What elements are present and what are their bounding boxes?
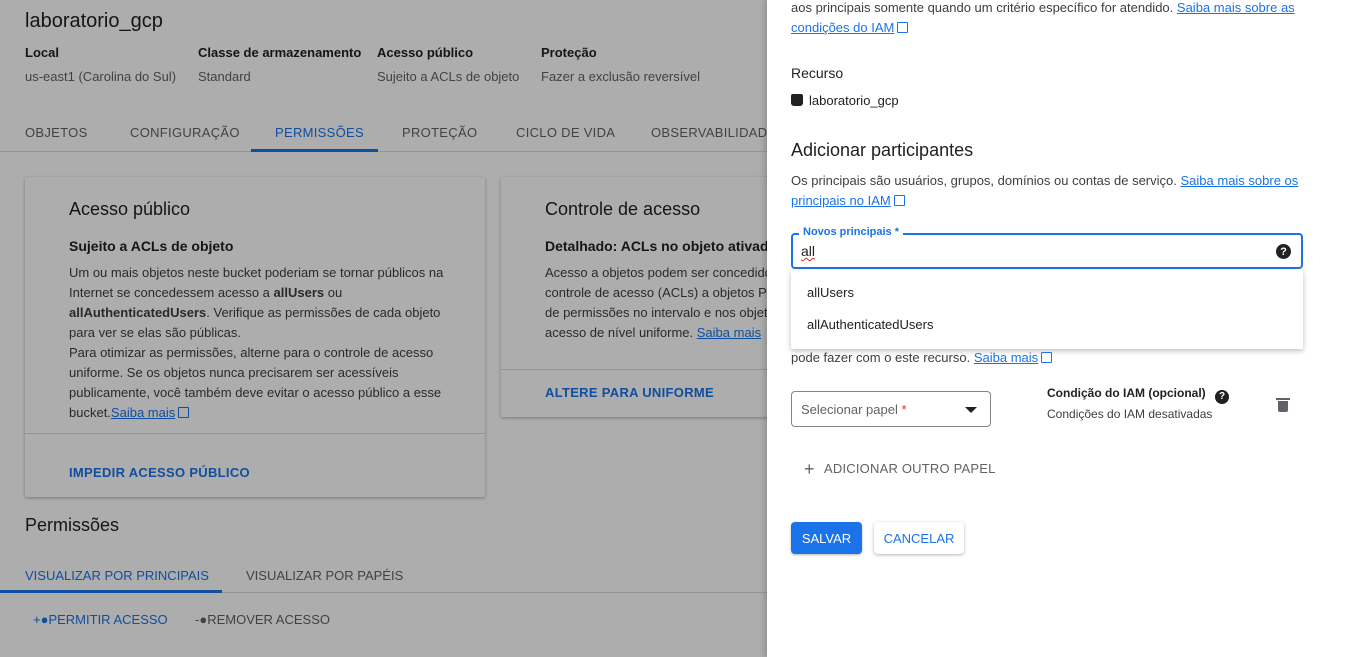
principal-suggestions: allUsers allAuthenticatedUsers bbox=[791, 270, 1303, 349]
save-button[interactable]: SALVAR bbox=[791, 522, 862, 554]
add-another-role-button[interactable]: + ADICIONAR OUTRO PAPEL bbox=[804, 459, 996, 479]
role-description: pode fazer com o este recurso. Saiba mai… bbox=[791, 348, 1053, 368]
required-marker: * bbox=[901, 402, 907, 417]
help-icon[interactable]: ? bbox=[1276, 244, 1291, 259]
plus-icon: + bbox=[804, 459, 815, 479]
delete-role-icon[interactable] bbox=[1276, 398, 1290, 412]
dropdown-arrow-icon bbox=[965, 407, 977, 413]
external-link-icon bbox=[1041, 352, 1053, 363]
external-link-icon bbox=[897, 22, 909, 33]
roles-learn-more-link[interactable]: Saiba mais bbox=[974, 350, 1038, 365]
bucket-icon bbox=[791, 94, 803, 106]
resource-name: laboratorio_gcp bbox=[809, 93, 899, 108]
trash-lid bbox=[1276, 398, 1290, 400]
cancel-button[interactable]: CANCELAR bbox=[874, 522, 964, 554]
iam-condition-title-text: Condição do IAM (opcional) bbox=[1047, 386, 1206, 400]
iam-conditions-intro: aos principais somente quando um critéri… bbox=[791, 0, 1331, 38]
new-principals-input[interactable]: Novos principais * all ? bbox=[791, 226, 1303, 269]
select-role-placeholder: Selecionar papel * bbox=[801, 402, 907, 417]
resource-row: laboratorio_gcp bbox=[791, 91, 899, 111]
add-principals-title: Adicionar participantes bbox=[791, 140, 974, 160]
add-principals-text: Os principais são usuários, grupos, domí… bbox=[791, 173, 1177, 188]
resource-label: Recurso bbox=[791, 65, 844, 81]
new-principals-value: all bbox=[801, 243, 816, 259]
grant-access-panel: aos principais somente quando um critéri… bbox=[767, 0, 1368, 657]
principals-learn-more-link-cont[interactable]: principais no IAM bbox=[791, 193, 891, 208]
modal-scrim[interactable] bbox=[0, 0, 767, 657]
external-link-icon bbox=[893, 195, 905, 206]
add-another-role-label: ADICIONAR OUTRO PAPEL bbox=[824, 461, 996, 476]
suggestion-allauthenticatedusers[interactable]: allAuthenticatedUsers bbox=[807, 317, 933, 332]
select-role-dropdown[interactable]: Selecionar papel * bbox=[791, 391, 991, 427]
iam-conditions-link-cont[interactable]: condições do IAM bbox=[791, 20, 894, 35]
role-text: pode fazer com o este recurso. bbox=[791, 350, 971, 365]
select-role-text: Selecionar papel bbox=[801, 402, 898, 417]
suggestion-allusers[interactable]: allUsers bbox=[807, 285, 854, 300]
intro-text: aos principais somente quando um critéri… bbox=[791, 0, 1174, 15]
add-principals-description: Os principais são usuários, grupos, domí… bbox=[791, 171, 1331, 211]
iam-condition-status: Condições do IAM desativadas bbox=[1047, 406, 1213, 421]
principals-learn-more-link[interactable]: Saiba mais sobre os bbox=[1181, 173, 1299, 188]
iam-conditions-link[interactable]: Saiba mais sobre as bbox=[1177, 0, 1295, 15]
iam-condition-title: Condição do IAM (opcional) ? bbox=[1047, 386, 1229, 404]
iam-condition-help-icon[interactable]: ? bbox=[1215, 389, 1229, 404]
iam-condition: Condição do IAM (opcional) ? Condições d… bbox=[1047, 386, 1229, 421]
trash-can bbox=[1278, 401, 1288, 412]
new-principals-label: Novos principais * bbox=[799, 226, 903, 238]
